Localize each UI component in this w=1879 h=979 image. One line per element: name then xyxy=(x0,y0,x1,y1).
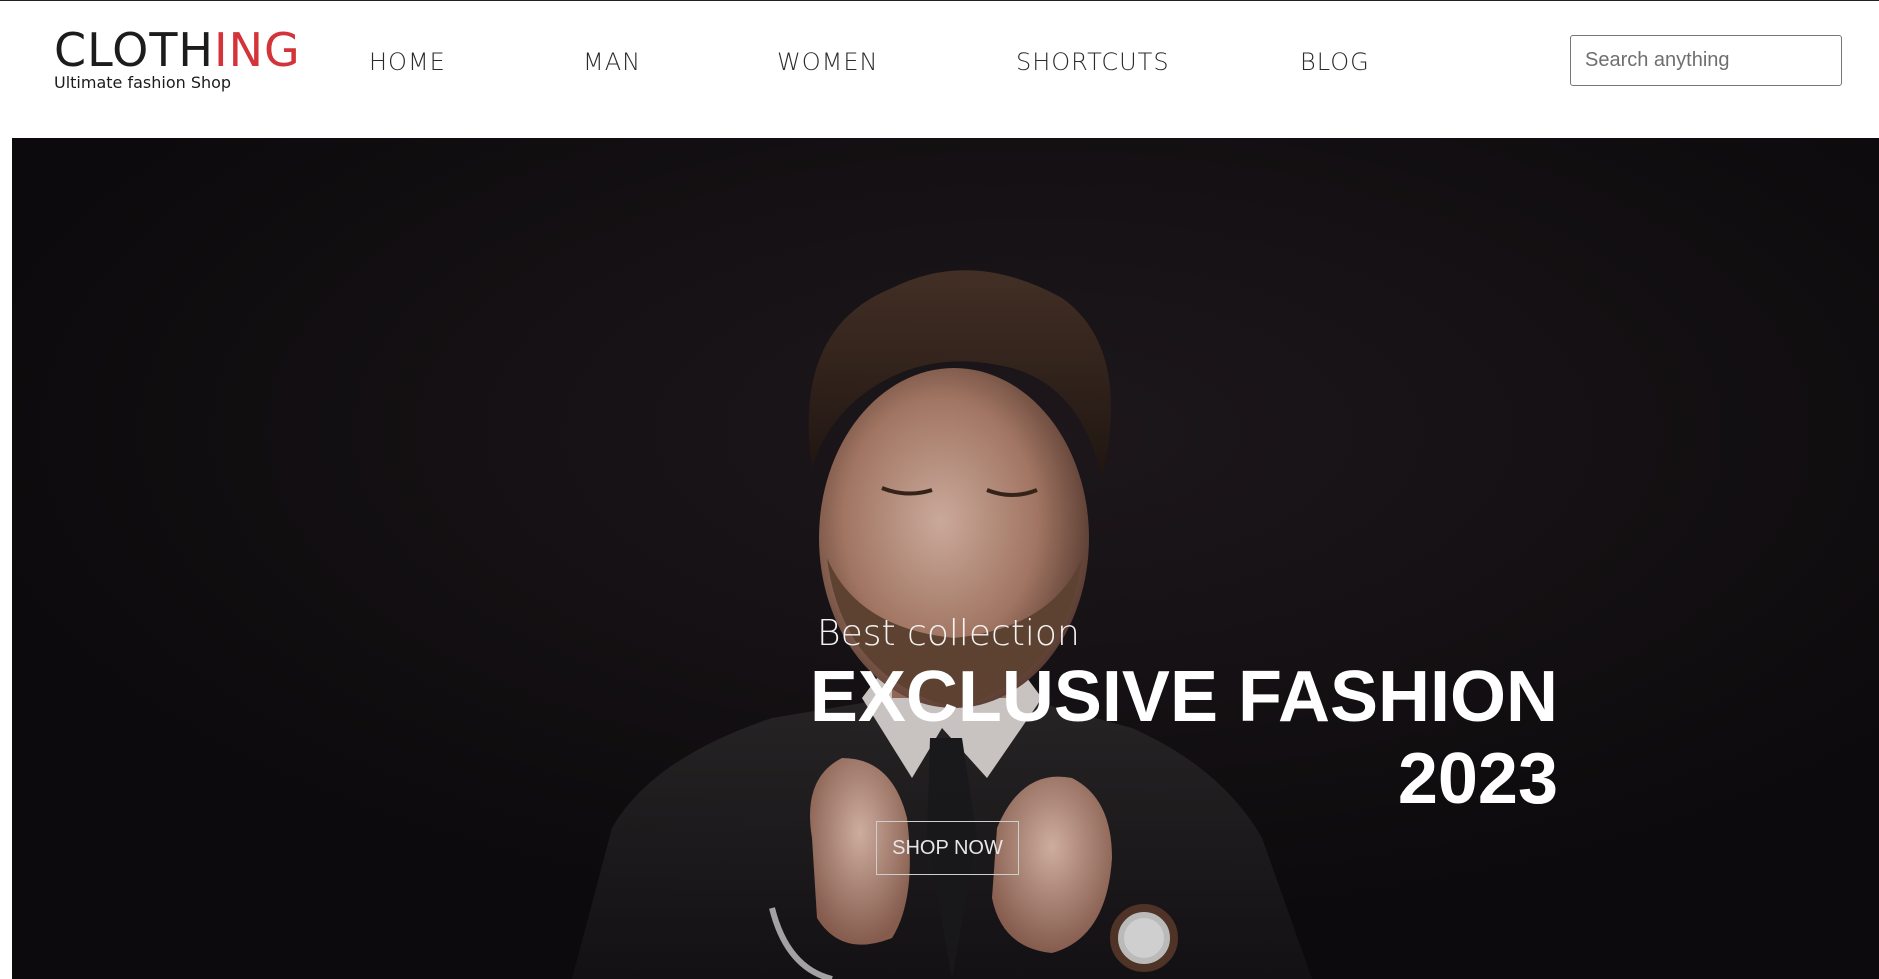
hero-banner: Best collection EXCLUSIVE FASHION 2023 S… xyxy=(12,138,1879,979)
hero-title: EXCLUSIVE FASHION 2023 xyxy=(792,656,1558,820)
search-input[interactable] xyxy=(1570,35,1842,86)
shop-now-button[interactable]: SHOP NOW xyxy=(876,821,1019,875)
hero-subtitle: Best collection xyxy=(817,613,1080,654)
page: CLOTHING Ultimate fashion Shop HOME MAN … xyxy=(0,0,1879,979)
nav-item-home[interactable]: HOME xyxy=(369,45,446,79)
nav-item-man[interactable]: MAN xyxy=(583,45,641,79)
hero-title-line2: 2023 xyxy=(1397,739,1558,819)
nav-item-women[interactable]: WOMEN xyxy=(777,45,878,79)
hero-title-line1: EXCLUSIVE FASHION xyxy=(809,657,1558,737)
nav-item-shortcuts[interactable]: SHORTCUTS xyxy=(1016,45,1170,79)
nav-item-blog[interactable]: BLOG xyxy=(1300,45,1370,79)
site-header: CLOTHING Ultimate fashion Shop HOME MAN … xyxy=(0,1,1879,138)
